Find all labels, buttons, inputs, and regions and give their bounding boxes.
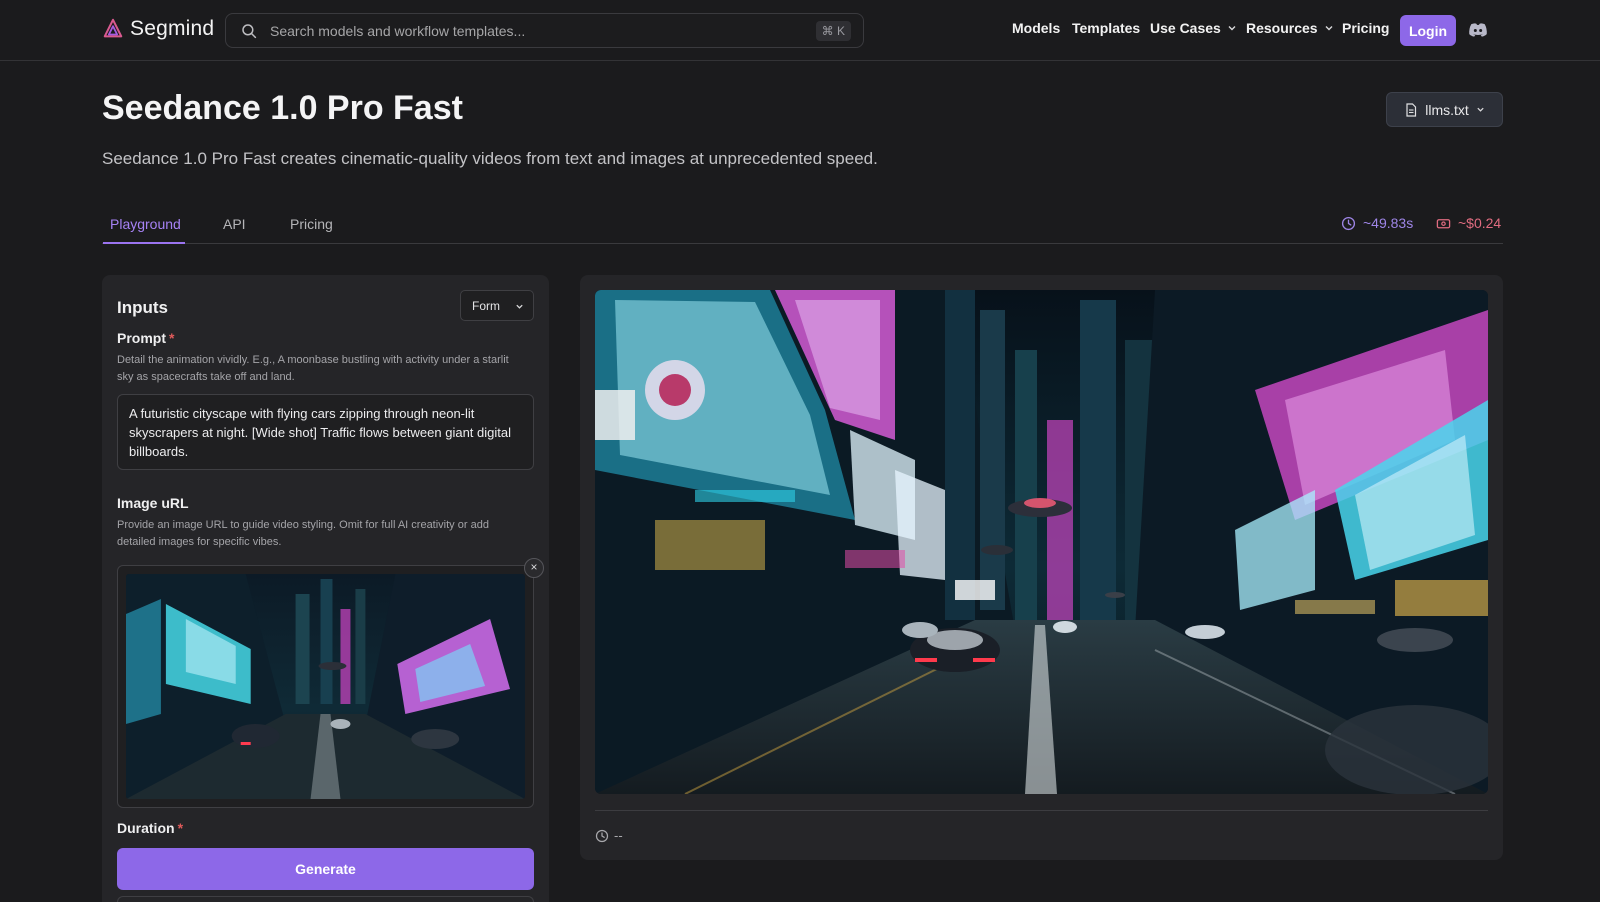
search-input[interactable]: Search models and workflow templates... …	[225, 13, 864, 48]
page-title: Seedance 1.0 Pro Fast	[102, 89, 463, 127]
clock-icon	[1341, 216, 1356, 230]
nav-pricing[interactable]: Pricing	[1342, 20, 1389, 36]
llms-txt-label: llms.txt	[1425, 101, 1469, 118]
nav-use-cases-label: Use Cases	[1150, 20, 1221, 36]
prompt-help-text: Detail the animation vividly. E.g., A mo…	[117, 354, 509, 383]
required-marker: *	[177, 820, 184, 836]
discord-icon[interactable]	[1468, 22, 1488, 38]
duration-label: Duration *	[117, 820, 183, 836]
duration-label-text: Duration	[117, 820, 175, 836]
segmind-logo-icon	[103, 18, 123, 38]
estimated-cost-value: ~$0.24	[1458, 215, 1502, 231]
page-subtitle: Seedance 1.0 Pro Fast creates cinematic-…	[102, 149, 878, 168]
output-panel: --	[580, 275, 1503, 860]
input-mode-select[interactable]: Form	[460, 290, 534, 321]
estimated-time: ~49.83s	[1341, 215, 1413, 231]
search-icon	[242, 23, 257, 38]
prompt-label: Prompt *	[117, 330, 174, 346]
generate-button[interactable]: Generate	[117, 848, 534, 890]
nav-resources[interactable]: Resources	[1246, 20, 1334, 36]
estimated-cost: ~$0.24	[1436, 215, 1501, 231]
generation-time: --	[595, 828, 623, 843]
tabs-divider	[102, 243, 1503, 244]
brand-logo[interactable]: Segmind	[102, 17, 214, 41]
chevron-down-icon	[1228, 26, 1236, 31]
input-mode-value: Form	[472, 298, 500, 313]
nav-templates[interactable]: Templates	[1072, 20, 1140, 36]
chevron-down-icon	[1325, 26, 1333, 31]
prompt-label-text: Prompt	[117, 330, 166, 346]
inputs-title: Inputs	[117, 298, 168, 317]
city-scene-video-frame	[595, 290, 1488, 794]
chevron-down-icon	[1477, 107, 1484, 112]
chevron-down-icon	[516, 304, 523, 309]
money-icon	[1436, 218, 1451, 228]
brand-name: Segmind	[130, 17, 215, 40]
image-url-label: Image uRL	[117, 495, 189, 511]
tab-api[interactable]: API	[223, 216, 246, 232]
llms-txt-button[interactable]: llms.txt	[1386, 92, 1503, 127]
clock-icon	[595, 829, 609, 842]
nav-use-cases[interactable]: Use Cases	[1150, 20, 1237, 36]
tab-pricing[interactable]: Pricing	[290, 216, 333, 232]
top-nav: Segmind Search models and workflow templ…	[0, 0, 1600, 61]
duration-select[interactable]	[117, 896, 534, 902]
search-placeholder: Search models and workflow templates...	[270, 22, 526, 39]
nav-resources-label: Resources	[1246, 20, 1318, 36]
remove-image-button[interactable]: ×	[524, 558, 544, 578]
login-button[interactable]: Login	[1400, 15, 1456, 46]
estimated-time-value: ~49.83s	[1363, 215, 1414, 231]
input-image-thumbnail	[126, 574, 525, 799]
document-icon	[1406, 102, 1417, 117]
active-tab-indicator	[103, 242, 185, 244]
output-divider	[595, 810, 1488, 811]
image-upload-preview[interactable]: ×	[117, 558, 544, 808]
required-marker: *	[169, 330, 175, 346]
output-video[interactable]	[595, 290, 1488, 794]
search-shortcut-badge: ⌘ K	[815, 21, 851, 41]
inputs-panel: Inputs Form Prompt * Detail the animation…	[102, 275, 549, 902]
nav-models[interactable]: Models	[1012, 20, 1060, 36]
prompt-textarea[interactable]: A futuristic cityscape with flying cars …	[117, 394, 534, 470]
generation-time-value: --	[614, 828, 623, 843]
image-url-help-text: Provide an image URL to guide video styl…	[117, 519, 489, 548]
city-scene-thumbnail	[126, 574, 525, 799]
tab-playground[interactable]: Playground	[110, 216, 181, 232]
